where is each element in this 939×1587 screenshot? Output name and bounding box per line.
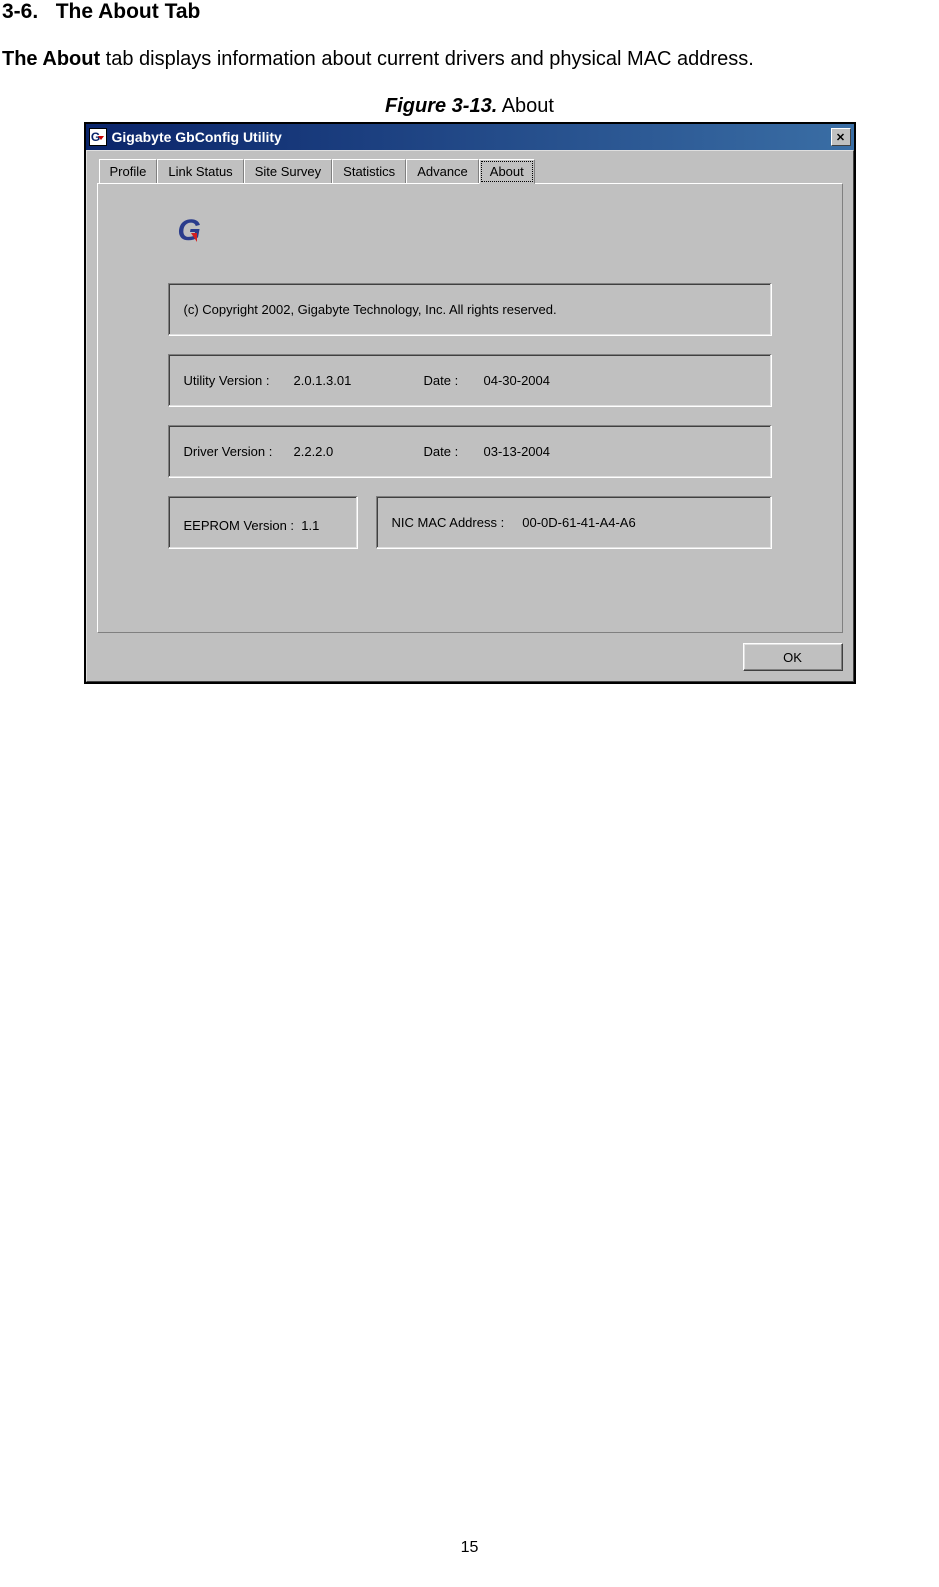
- gigabyte-logo: G: [178, 214, 772, 248]
- copyright-text: (c) Copyright 2002, Gigabyte Technology,…: [184, 302, 557, 317]
- copyright-box: (c) Copyright 2002, Gigabyte Technology,…: [168, 283, 772, 336]
- driver-version-label: Driver Version :: [184, 444, 294, 459]
- figure-caption: Figure 3-13. About: [2, 95, 937, 118]
- screenshot: G Gigabyte GbConfig Utility ✕ Profile Li…: [84, 122, 856, 684]
- intro-text: tab displays information about current d…: [100, 48, 754, 70]
- bottom-row: EEPROM Version : 1.1 NIC MAC Address : 0…: [168, 496, 772, 567]
- driver-version-value: 2.2.2.0: [294, 444, 424, 459]
- intro-bold: The About: [2, 48, 100, 70]
- figure-title: About: [497, 95, 554, 117]
- app-icon-glyph: G: [91, 131, 104, 143]
- tab-link-status[interactable]: Link Status: [157, 159, 243, 183]
- driver-version-box: Driver Version : 2.2.2.0 Date : 03-13-20…: [168, 425, 772, 478]
- tab-advance[interactable]: Advance: [406, 159, 479, 183]
- about-panel: G (c) Copyright 2002, Gigabyte Technolog…: [97, 183, 843, 633]
- section-intro: The About tab displays information about…: [2, 48, 937, 71]
- close-button[interactable]: ✕: [831, 128, 851, 146]
- section-title: The About Tab: [56, 0, 201, 23]
- mac-box: NIC MAC Address : 00-0D-61-41-A4-A6: [376, 496, 772, 549]
- button-bar: OK: [97, 633, 843, 671]
- mac-label: NIC MAC Address :: [392, 515, 505, 530]
- tab-about[interactable]: About: [479, 159, 535, 184]
- figure-label: Figure 3-13.: [385, 95, 497, 117]
- tab-bar: Profile Link Status Site Survey Statisti…: [99, 159, 843, 183]
- utility-version-value: 2.0.1.3.01: [294, 373, 424, 388]
- section-number: 3-6.: [2, 0, 38, 23]
- eeprom-box: EEPROM Version : 1.1: [168, 496, 358, 549]
- logo-g-glyph: G: [178, 214, 201, 248]
- page-number: 15: [0, 1539, 939, 1557]
- window-title: Gigabyte GbConfig Utility: [112, 129, 831, 145]
- utility-date-label: Date :: [424, 373, 484, 388]
- driver-date-label: Date :: [424, 444, 484, 459]
- close-icon: ✕: [836, 131, 845, 144]
- section-heading: 3-6. The About Tab: [2, 0, 937, 24]
- driver-date-value: 03-13-2004: [484, 444, 551, 459]
- tab-site-survey[interactable]: Site Survey: [244, 159, 332, 183]
- eeprom-label: EEPROM Version :: [184, 516, 295, 536]
- eeprom-value: 1.1: [301, 516, 319, 536]
- app-window: G Gigabyte GbConfig Utility ✕ Profile Li…: [86, 124, 854, 682]
- utility-version-box: Utility Version : 2.0.1.3.01 Date : 04-3…: [168, 354, 772, 407]
- logo-triangle: [191, 233, 197, 242]
- title-bar: G Gigabyte GbConfig Utility ✕: [86, 124, 854, 150]
- tab-statistics[interactable]: Statistics: [332, 159, 406, 183]
- app-icon: G: [89, 128, 107, 146]
- tab-profile[interactable]: Profile: [99, 159, 158, 183]
- utility-version-label: Utility Version :: [184, 373, 294, 388]
- ok-button[interactable]: OK: [743, 643, 843, 671]
- mac-value: 00-0D-61-41-A4-A6: [522, 515, 635, 530]
- window-body: Profile Link Status Site Survey Statisti…: [86, 150, 854, 682]
- utility-date-value: 04-30-2004: [484, 373, 551, 388]
